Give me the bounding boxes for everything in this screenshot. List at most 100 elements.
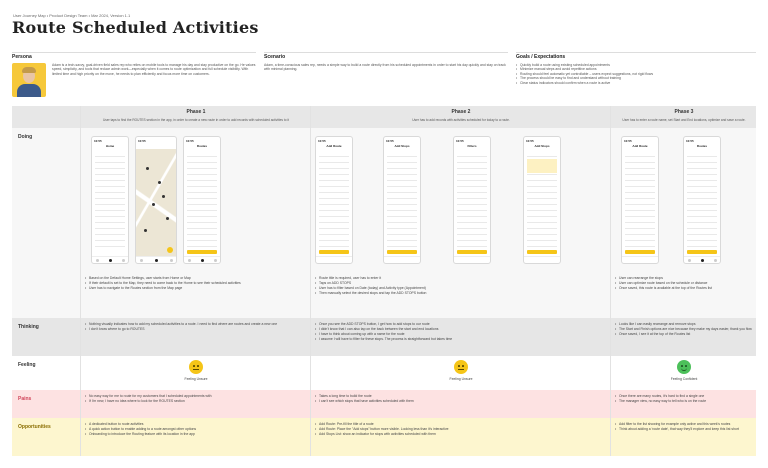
add-stops-submit-button[interactable] [527,250,557,254]
thinking-item: I assume I will have to filter for these… [315,337,607,342]
thinking-label: Thinking [18,324,39,330]
screen-title: Add Route [632,144,648,148]
phase-1-feeling: Feeling Unsure [80,356,310,390]
thinking-list: Looks like I can easily rearrange and re… [615,322,753,337]
thinking-row: Thinking Nothing visually indicates how … [12,318,756,356]
phase-3-header: Phase 3 User has to enter a route name, … [610,106,756,128]
opportunities-list: A dedicated button to route activities A… [85,422,307,437]
phase-3-doing: 10:55Add Route 10:55Routes User can rear… [610,128,756,318]
thinking-item: Once saved, I see it at the top of the R… [615,332,753,337]
screen-title: Add Route [326,144,342,148]
phase-2-pains: Takes a long time to build the route I c… [310,390,610,418]
phase-3-pains: Once there are many routes, it's hard to… [610,390,756,418]
screen-title: Filters [467,144,477,148]
scenario-text: Adam, a time-conscious sales rep, needs … [264,62,506,72]
phase-2-feeling: Feeling Unsure [310,356,610,390]
goals-list: Quickly build a route using existing sch… [516,63,756,86]
screen-routes: 10:55 Routes [183,136,221,264]
screen-routes-list: 10:55 Routes [683,136,721,264]
new-route-button[interactable] [687,250,717,254]
screen-title: Routes [196,144,208,148]
scenario-heading: Scenario [264,54,286,60]
pains-row: Pains No easy way for me to route for my… [12,390,756,418]
phase-2-doing: 10:55 Add Route 10:55 Add Stops 10:55 Filte… [310,128,610,318]
thinking-item: I don't know where to go to ROUTES [85,327,307,332]
opportunities-list: Add filter to the list showing for examp… [615,422,753,432]
pains-list: Once there are many routes, it's hard to… [615,394,753,404]
screen-add-stops: 10:55 Add Stops [383,136,421,264]
opportunities-row: Opportunities A dedicated button to rout… [12,418,756,456]
screen-add-stops-selected: 10:55 Add Stops [523,136,561,264]
thinking-list: Once you see the ADD STOPS button, I get… [315,322,607,342]
pain-item: I can't see which stops that have activi… [315,399,607,404]
opportunities-label: Opportunities [18,424,51,430]
opportunities-list: Add Route: Pre-fill the title of a route… [315,422,607,437]
apply-filters-button[interactable] [457,250,487,254]
page-title: Route Scheduled Activities [12,18,259,37]
add-stops-confirm-button[interactable] [387,250,417,254]
scenario-section: Scenario Adam, a time-conscious sales re… [264,52,508,96]
phase-2-header: Phase 2 User has to add records with act… [310,106,610,128]
journey-board: Phase 1 User taps to find the ROUTES sec… [12,106,756,456]
doing-item: Then manually select the desired stops a… [315,291,607,296]
pain-item: If I'm new, I have no idea where to look… [85,399,307,404]
feeling-text: Feeling Unsure [449,377,473,381]
feeling-row: Feeling Feeling Unsure Feeling Unsure Fe… [12,356,756,390]
pains-list: Takes a long time to build the route I c… [315,394,607,404]
screen-title: Add Stops [534,144,550,148]
feeling-text: Feeling Unsure [184,377,208,381]
persona-text: Adam is a tech-savvy, goal-driven field … [52,62,256,76]
goal-item: Clear status indicators should confirm w… [516,81,756,86]
opportunity-item: Think about adding a 'route date', that … [615,427,753,432]
screen-add-route: 10:55 Add Route [315,136,353,264]
goals-heading: Goals / Expectations [516,54,566,60]
phase-3-thinking: Looks like I can easily rearrange and re… [610,318,756,356]
new-route-button[interactable] [187,250,217,254]
phase-1-title: Phase 1 [186,109,206,115]
screen-title: Home [105,144,115,148]
phase-3-opportunities: Add filter to the list showing for examp… [610,418,756,456]
opportunity-item: Add Stops List: show an indicator for st… [315,432,607,437]
pains-list: No easy way for me to route for my custo… [85,394,307,404]
save-route-button[interactable] [625,250,655,254]
neutral-face-icon [189,360,203,374]
screen-title: Routes [696,144,708,148]
screen-add-route-final: 10:55 Add Route [621,136,659,264]
persona-heading: Persona [12,54,32,60]
phase-1-subtitle: User taps to find the ROUTES section in … [102,118,290,122]
map-action-button[interactable] [167,247,173,253]
phase-2-subtitle: User has to add records with activities … [412,118,510,122]
screen-home: 10:55 Home [91,136,129,264]
persona-section: Persona Adam is a tech-savvy, goal-drive… [12,52,256,97]
screen-filters: 10:55 Filters [453,136,491,264]
phase-3-title: Phase 3 [674,109,694,115]
doing-row: Doing 10:55 Home 10:55 10:55 Routes • Ba… [12,128,756,318]
phase-1-doing: 10:55Home 10:55 10:55Routes Based on the… [80,128,310,318]
phase-2-thinking: Once you see the ADD STOPS button, I get… [310,318,610,356]
phase-2-title: Phase 2 [451,109,471,115]
pains-label: Pains [18,396,32,402]
phase-1-header: Phase 1 User taps to find the ROUTES sec… [80,106,310,128]
phase-3-doing-list: User can rearrange the stops User can op… [615,276,753,291]
pain-item: The manager view, no easy way to tell wh… [615,399,753,404]
persona-avatar [12,62,46,97]
goals-section: Goals / Expectations Quickly build a rou… [516,52,756,96]
phase-1-thinking: Nothing visually indicates how to add my… [80,318,310,356]
screen-map: 10:55 [135,136,177,264]
phase-1-doing-list: Based on the Default Home Settings, user… [85,276,307,291]
thinking-list: Nothing visually indicates how to add my… [85,322,307,332]
neutral-face-icon [454,360,468,374]
phase-2-opportunities: Add Route: Pre-fill the title of a route… [310,418,610,456]
add-stops-button[interactable] [319,250,349,254]
happy-face-icon [677,360,691,374]
screen-title: Add Stops [394,144,410,148]
doing-item: Once saved, this route is available at t… [615,286,753,291]
feeling-label: Feeling [18,362,36,368]
feeling-text: Feeling Confident [670,377,698,381]
phase-2-doing-list: Route title is required, user has to ent… [315,276,607,296]
doing-label: Doing [18,134,33,140]
phase-3-subtitle: User has to enter a route name, set Star… [622,118,746,122]
doing-item: User has to navigate to the Routes secti… [85,286,307,291]
phase-3-feeling: Feeling Confident [610,356,756,390]
phase-header-row: Phase 1 User taps to find the ROUTES sec… [12,106,756,128]
